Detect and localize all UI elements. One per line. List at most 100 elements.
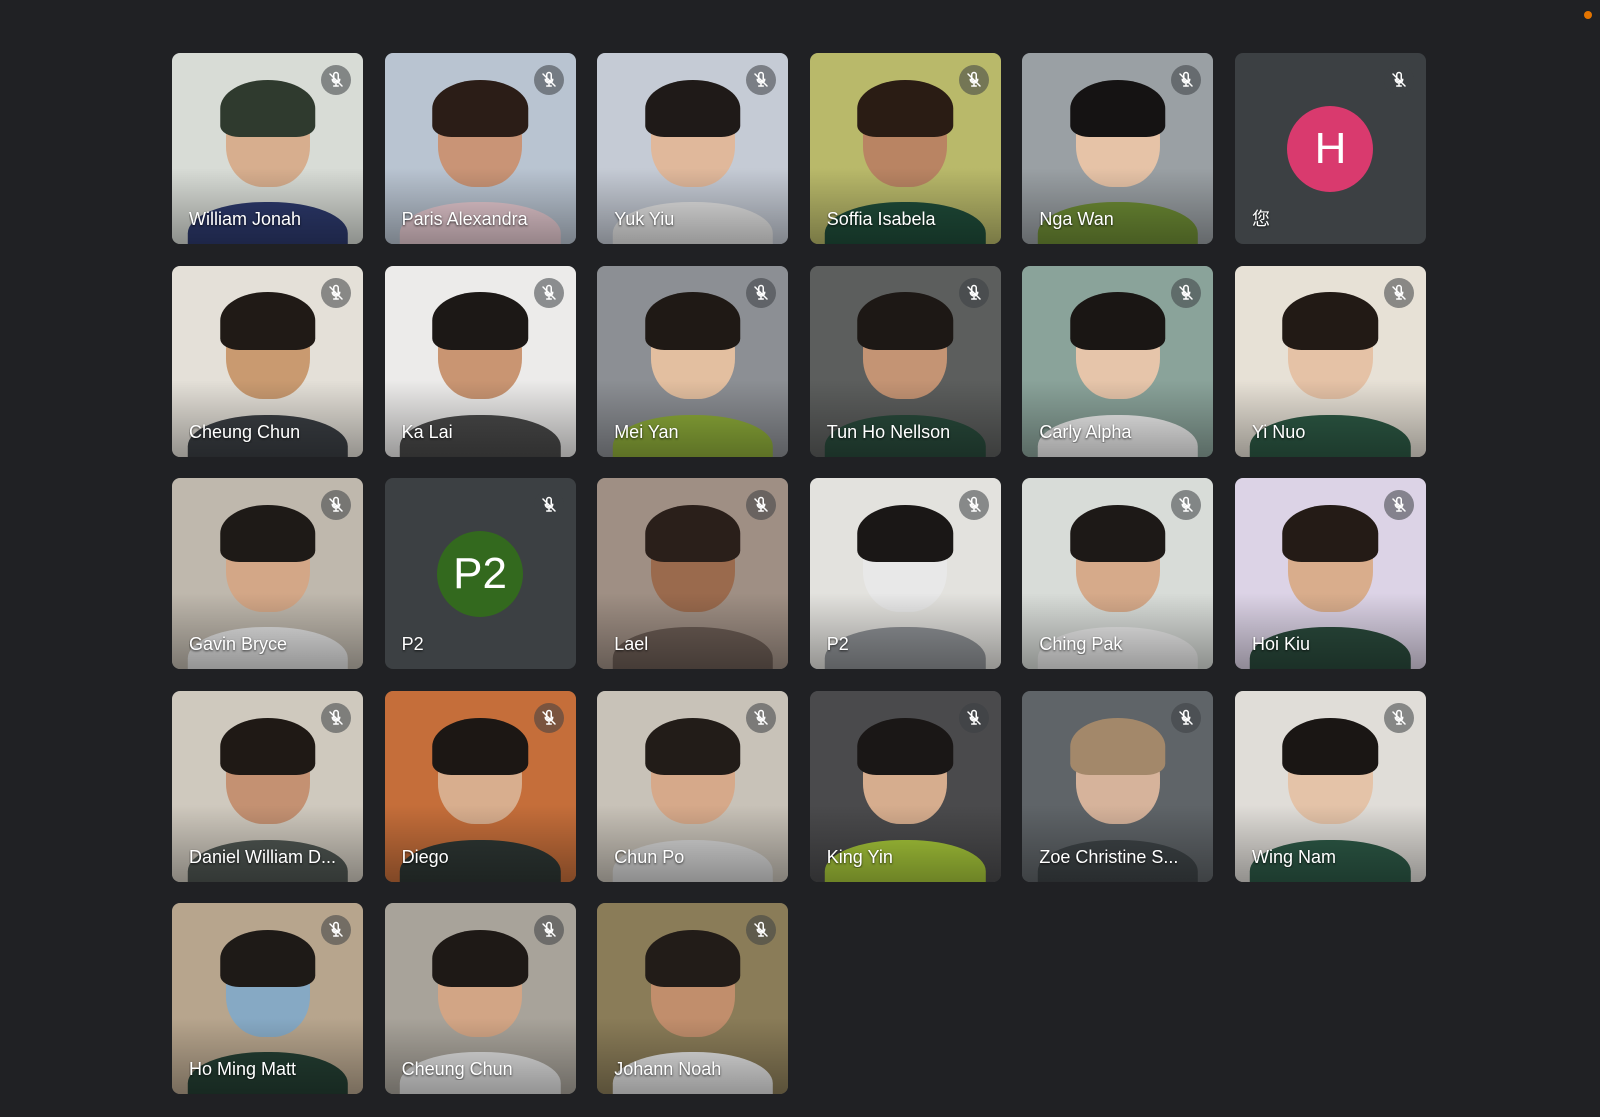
participant-name: Tun Ho Nellson <box>826 421 951 442</box>
mic-off-icon <box>1392 496 1406 512</box>
mic-muted-icon[interactable] <box>321 277 351 308</box>
participant-hair <box>432 292 528 350</box>
name-shade <box>172 805 363 882</box>
participant-hair <box>857 717 954 775</box>
participant-avatar: H <box>1287 105 1374 192</box>
participant-tile[interactable]: Mei Yan <box>597 265 789 457</box>
name-shade <box>172 592 363 670</box>
mic-off-icon <box>1392 284 1406 300</box>
participant-name: P2 <box>826 634 849 655</box>
participant-tile[interactable]: P2 <box>809 478 1001 670</box>
participant-avatar: P2 <box>437 530 524 617</box>
participant-tile[interactable]: King Yin <box>809 690 1001 882</box>
name-shade <box>1022 805 1214 882</box>
participant-tile[interactable]: Lael <box>597 478 789 670</box>
participant-tile[interactable]: Zoe Christine S... <box>1022 690 1214 882</box>
participant-name: Mei Yan <box>614 421 679 442</box>
participant-tile[interactable]: H 您 <box>1234 53 1426 244</box>
mic-muted-icon[interactable] <box>1383 277 1414 308</box>
participant-tile[interactable]: Yi Nuo <box>1234 265 1426 457</box>
participant-tile[interactable]: Ka Lai <box>384 265 576 457</box>
participant-hair <box>1282 292 1379 350</box>
participant-name: Daniel William D... <box>189 846 337 867</box>
mic-off-icon <box>541 284 556 300</box>
mic-off-icon <box>967 71 981 87</box>
mic-off-icon <box>329 922 343 938</box>
mic-muted-icon[interactable] <box>1171 277 1202 308</box>
participant-tile[interactable]: Nga Wan <box>1022 53 1214 244</box>
mic-muted-icon[interactable] <box>958 702 989 733</box>
mic-off-icon <box>541 496 556 512</box>
mic-muted-icon[interactable] <box>1383 65 1414 95</box>
mic-off-icon <box>754 709 768 725</box>
mic-muted-icon[interactable] <box>533 915 564 946</box>
mic-muted-icon[interactable] <box>746 277 777 308</box>
mic-muted-icon[interactable] <box>1383 490 1414 521</box>
mic-muted-icon[interactable] <box>746 702 777 733</box>
participant-hair <box>1070 717 1166 775</box>
participant-hair <box>219 504 316 563</box>
mic-off-icon <box>1179 496 1194 512</box>
mic-off-icon <box>1392 71 1406 87</box>
mic-muted-icon[interactable] <box>958 277 989 308</box>
mic-off-icon <box>967 709 981 725</box>
mic-muted-icon[interactable] <box>1383 702 1414 733</box>
mic-off-icon <box>967 496 981 512</box>
participant-tile[interactable]: Ching Pak <box>1022 478 1214 670</box>
mic-muted-icon[interactable] <box>1171 702 1202 733</box>
name-shade <box>1022 592 1214 670</box>
mic-muted-icon[interactable] <box>533 277 564 308</box>
participant-name: Yi Nuo <box>1251 421 1306 442</box>
participant-name: King Yin <box>826 846 893 867</box>
name-shade <box>809 380 1001 457</box>
name-shade <box>597 1017 789 1095</box>
participant-name: Wing Nam <box>1251 846 1336 867</box>
participant-name: Carly Alpha <box>1039 421 1132 442</box>
name-shade <box>172 167 363 244</box>
name-shade <box>809 592 1001 670</box>
participant-hair <box>857 79 954 138</box>
meeting-stage: William Jonah Paris Alexandra Yuk Yiu So… <box>0 0 1600 1117</box>
participant-hair <box>219 930 316 988</box>
participant-tile[interactable]: Cheung Chun <box>384 903 576 1095</box>
mic-muted-icon[interactable] <box>533 490 564 521</box>
participant-hair <box>219 292 316 350</box>
participant-tile[interactable]: Gavin Bryce <box>172 478 363 670</box>
mic-muted-icon[interactable] <box>533 65 564 95</box>
participant-hair <box>1282 717 1379 775</box>
name-shade <box>384 380 576 457</box>
participant-tile[interactable]: Hoi Kiu <box>1234 478 1426 670</box>
recording-indicator-dot <box>1584 11 1592 19</box>
participant-tile[interactable]: Ho Ming Matt <box>172 903 363 1095</box>
participant-tile[interactable]: Johann Noah <box>597 903 789 1095</box>
participant-tile[interactable]: Soffia Isabela <box>809 53 1001 244</box>
participant-name: Paris Alexandra <box>401 209 528 229</box>
name-shade <box>384 167 576 244</box>
participant-tile[interactable]: Diego <box>384 690 576 882</box>
mic-muted-icon[interactable] <box>321 702 351 733</box>
mic-off-icon <box>329 496 343 512</box>
participant-tile[interactable]: Chun Po <box>597 690 789 882</box>
participant-name: Cheung Chun <box>401 1059 513 1080</box>
participant-hair <box>219 79 316 138</box>
mic-muted-icon[interactable] <box>958 65 989 95</box>
participant-tile[interactable]: Daniel William D... <box>172 690 363 882</box>
participant-tile[interactable]: Wing Nam <box>1234 690 1426 882</box>
participant-tile[interactable]: Yuk Yiu <box>597 53 789 244</box>
mic-muted-icon[interactable] <box>958 490 989 521</box>
participant-tile[interactable]: Paris Alexandra <box>384 53 576 244</box>
mic-muted-icon[interactable] <box>321 490 351 521</box>
participant-hair <box>1070 292 1166 350</box>
participant-tile[interactable]: Tun Ho Nellson <box>809 265 1001 457</box>
participant-tile[interactable]: Cheung Chun <box>172 265 363 457</box>
participant-name: Cheung Chun <box>189 421 301 442</box>
mic-off-icon <box>1179 284 1194 300</box>
mic-off-icon <box>754 284 768 300</box>
participant-tile[interactable]: P2 P2 <box>384 478 576 670</box>
participant-tile[interactable]: William Jonah <box>172 53 363 244</box>
mic-muted-icon[interactable] <box>746 65 777 95</box>
mic-muted-icon[interactable] <box>533 702 564 733</box>
mic-off-icon <box>541 71 556 87</box>
participant-tile[interactable]: Carly Alpha <box>1022 265 1214 457</box>
mic-muted-icon[interactable] <box>321 65 351 95</box>
